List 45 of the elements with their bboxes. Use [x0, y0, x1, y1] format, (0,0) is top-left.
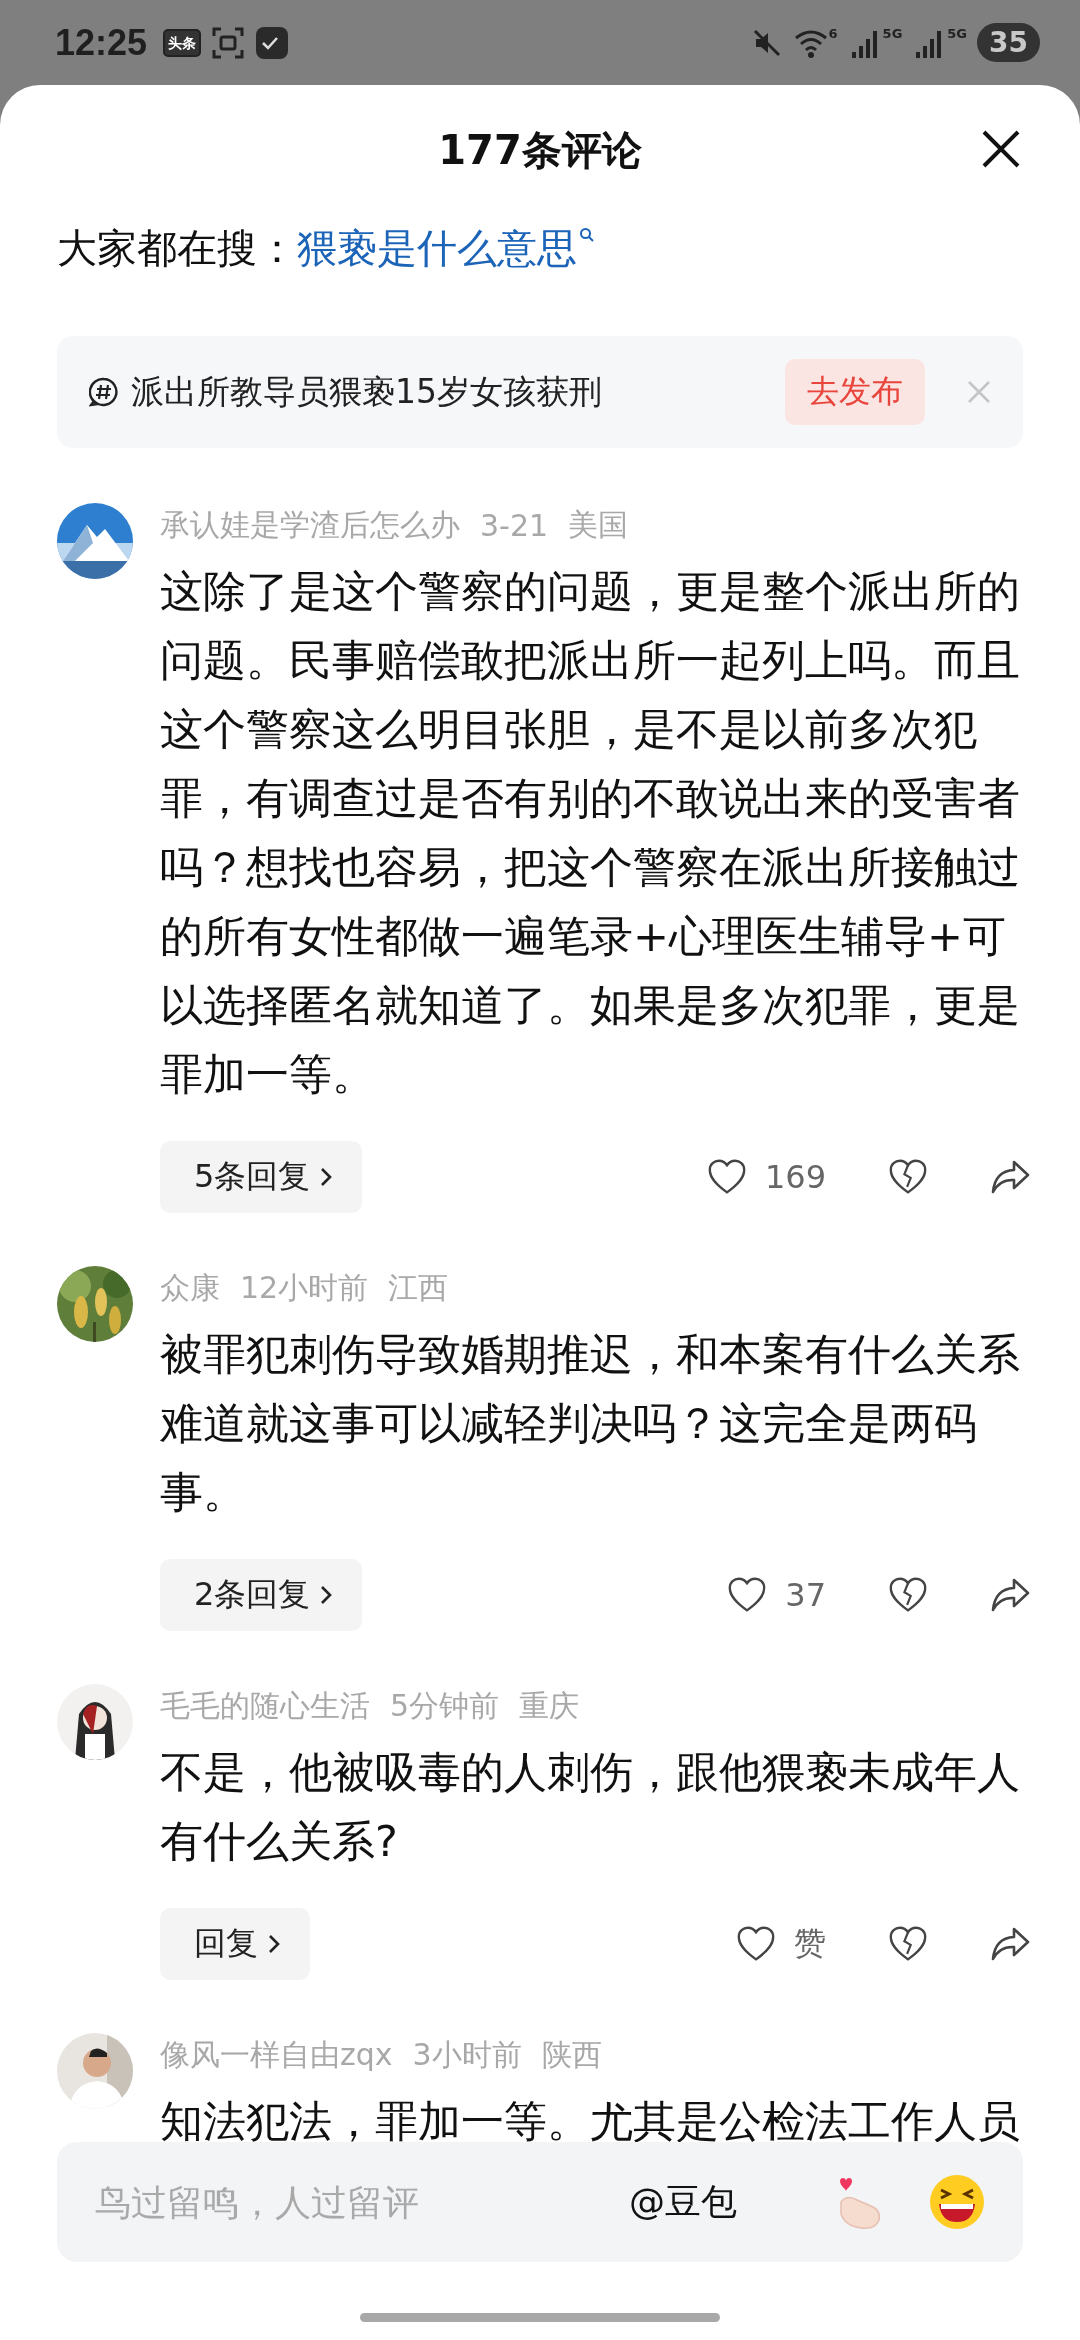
broken-heart-icon[interactable] [888, 1925, 928, 1963]
comment-time: 5分钟前 [390, 1686, 500, 1725]
chevron-icon [266, 1933, 282, 1955]
network-label: 6 [828, 25, 838, 41]
network-label: 5G [882, 25, 903, 41]
comment-location: 江西 [388, 1268, 449, 1307]
search-label: 大家都在搜： [57, 223, 297, 273]
comment-time: 12小时前 [240, 1268, 369, 1307]
share-icon[interactable] [990, 1926, 1030, 1962]
comment-time: 3小时前 [412, 2035, 522, 2074]
laughing-face-icon[interactable] [927, 2172, 987, 2232]
broken-heart-icon[interactable] [888, 1576, 928, 1614]
app-badge: 头条 [163, 28, 202, 57]
comment-input[interactable]: 鸟过留鸣，人过留评 [93, 2171, 629, 2233]
screenshot-icon [211, 25, 246, 60]
replies-button[interactable]: 回复 [160, 1908, 310, 1980]
like-count: 37 [785, 1576, 826, 1614]
topic-icon [89, 377, 119, 407]
replies-button[interactable]: 2条回复 [160, 1559, 363, 1631]
broken-heart-icon[interactable] [888, 1158, 928, 1196]
replies-button[interactable]: 5条回复 [160, 1141, 363, 1213]
like-count: 赞 [794, 1923, 826, 1964]
search-link[interactable]: 猥亵是什么意思 [297, 220, 595, 276]
share-icon[interactable] [990, 1159, 1030, 1195]
status-time: 12:25 [55, 21, 148, 64]
share-icon[interactable] [990, 1577, 1030, 1613]
topic-text: 派出所教导员猥亵15岁女孩获刑 [131, 370, 603, 413]
comment-location: 美国 [568, 505, 629, 544]
like-icon[interactable] [727, 1576, 768, 1614]
comment-text: 被罪犯刺伤导致婚期推迟，和本案有什么关系难道就这事可以减轻判决吗？这完全是两码事。 [160, 1328, 1021, 1519]
comment-time: 3-21 [480, 507, 549, 543]
sheet-title: 177条评论 [438, 125, 642, 175]
like-count: 169 [764, 1158, 826, 1196]
check-icon [255, 25, 290, 60]
comment-text: 这除了是这个警察的问题，更是整个派出所的问题。民事赔偿敢把派出所一起列上吗。而且这个警察这么明目张胆，是不是以前多次犯罪，有调查过是否有别的不敢说出来的受害者吗？想找也容易，把这个警察在派出所接触过的所有女性都做一遍笔录+心理医生辅导+可以选择匿名就知道了。如果是多次犯罪，更是罪加一等。 [160, 565, 1021, 1101]
network-label: 5G [947, 25, 968, 41]
battery-level: 35 [977, 23, 1040, 62]
like-icon[interactable] [736, 1925, 776, 1963]
comment-location: 重庆 [519, 1686, 580, 1725]
comment-text: 不是，他被吸毒的人刺伤，跟他猥亵未成年人有什么关系? [160, 1746, 1021, 1868]
comment-bar[interactable]: 鸟过留鸣，人过留评 @豆包 [57, 2142, 1023, 2262]
mention-button[interactable]: @豆包 [629, 2177, 737, 2227]
comment-location: 陕西 [541, 2035, 602, 2074]
like-icon[interactable] [706, 1158, 747, 1196]
search-icon [579, 226, 595, 243]
